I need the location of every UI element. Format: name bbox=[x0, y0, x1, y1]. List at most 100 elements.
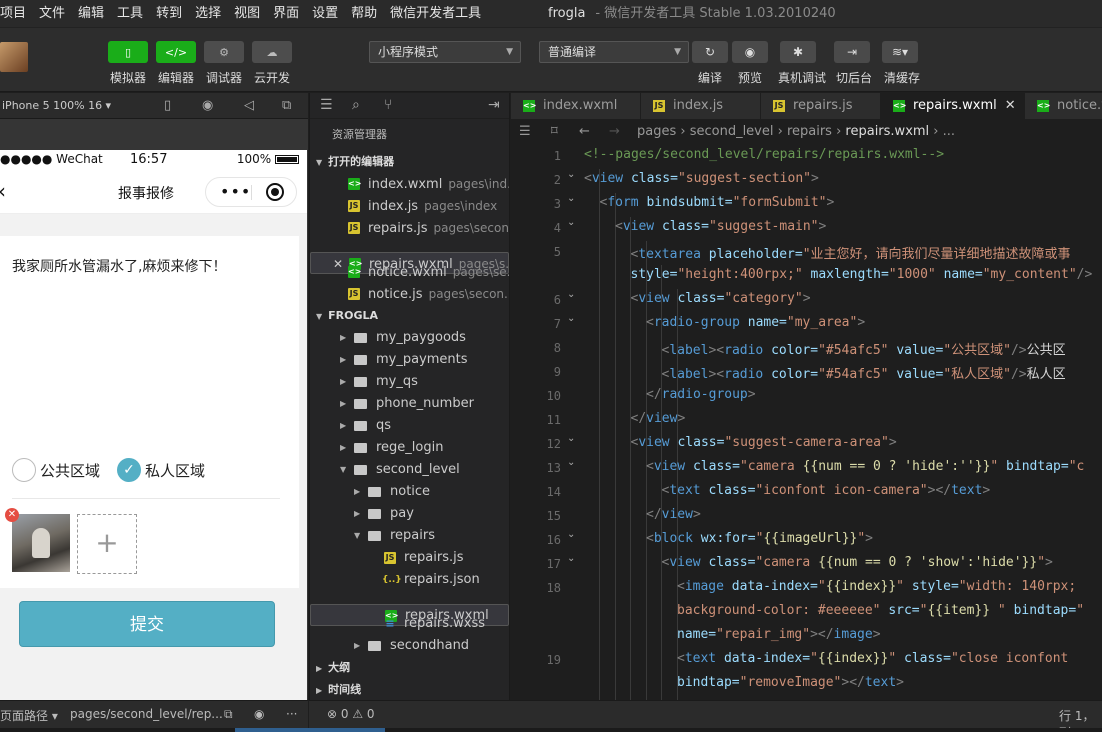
editor-tab[interactable]: JS index.js bbox=[641, 93, 761, 119]
chevron-right-icon[interactable]: ▶ bbox=[354, 481, 360, 503]
close-circle-icon[interactable] bbox=[266, 183, 284, 201]
switch-button[interactable]: ⇥ bbox=[834, 41, 870, 63]
open-editor-item[interactable]: <> index.wxml pages\ind... bbox=[310, 173, 509, 195]
chevron-right-icon[interactable]: ▶ bbox=[340, 349, 346, 371]
tree-item[interactable]: ▶ my_paygoods bbox=[310, 327, 509, 349]
list-icon[interactable]: ☰ bbox=[519, 119, 531, 145]
more-icon[interactable]: ··· bbox=[286, 707, 297, 721]
bookmark-icon[interactable]: ⌑ bbox=[551, 119, 558, 145]
fold-chevron-icon[interactable]: ⌄ bbox=[567, 217, 575, 228]
fold-chevron-icon[interactable]: ⌄ bbox=[567, 457, 575, 468]
toggle-cloud-button[interactable]: ☁ bbox=[252, 41, 292, 63]
toggle-debug-button[interactable]: ⚙ bbox=[204, 41, 244, 63]
description-textarea[interactable]: 我家厕所水管漏水了,麻烦来修下！ bbox=[12, 256, 226, 276]
timeline-section[interactable]: ▶ 时间线 bbox=[310, 679, 509, 700]
open-editor-item[interactable]: JS repairs.js pages\secon... bbox=[310, 217, 509, 239]
refresh-button[interactable]: ↻ bbox=[692, 41, 728, 63]
bug-button[interactable]: ✱ bbox=[780, 41, 816, 63]
breadcrumb-prefix[interactable]: pages › second_level › repairs › bbox=[637, 124, 845, 139]
chevron-right-icon[interactable]: ▶ bbox=[340, 327, 346, 349]
open-editor-item[interactable]: JS index.js pages\index bbox=[310, 195, 509, 217]
record-icon[interactable]: ◉ bbox=[202, 98, 213, 113]
radio-private[interactable]: ✓ bbox=[117, 458, 141, 482]
tree-item[interactable]: ▼ second_level bbox=[310, 459, 509, 481]
fold-chevron-icon[interactable]: ⌄ bbox=[567, 433, 575, 444]
mode-select[interactable]: 小程序模式 ▼ bbox=[369, 41, 521, 63]
tree-item[interactable]: ▶ qs bbox=[310, 415, 509, 437]
problems-count[interactable]: ⊗ 0 ⚠ 0 bbox=[327, 707, 375, 721]
menu-item[interactable]: 编辑 bbox=[78, 0, 104, 28]
more-icon[interactable]: ••• bbox=[220, 182, 251, 201]
chevron-right-icon[interactable]: ▶ bbox=[354, 503, 360, 525]
open-editor-item[interactable]: JS notice.js pages\secon... bbox=[310, 283, 509, 305]
chevron-right-icon[interactable]: ▶ bbox=[340, 371, 346, 393]
open-editor-item[interactable]: <> notice.wxml pages\se... bbox=[310, 261, 509, 283]
tree-item[interactable]: JS repairs.js bbox=[310, 547, 509, 569]
editor-tab[interactable]: JS repairs.js bbox=[761, 93, 881, 119]
menu-item[interactable]: 工具 bbox=[117, 0, 143, 28]
fold-chevron-icon[interactable]: ⌄ bbox=[567, 553, 575, 564]
copy-icon[interactable]: ⧉ bbox=[224, 707, 233, 722]
chevron-down-icon[interactable]: ▼ bbox=[340, 459, 346, 481]
detach-window-icon[interactable]: ⧉ bbox=[282, 98, 291, 113]
menu-item[interactable]: 选择 bbox=[195, 0, 221, 28]
tree-item[interactable]: ▶ notice bbox=[310, 481, 509, 503]
eye-button[interactable]: ◉ bbox=[732, 41, 768, 63]
chevron-right-icon[interactable]: ▶ bbox=[340, 393, 346, 415]
toggle-code-button[interactable]: </> bbox=[156, 41, 196, 63]
outline-section[interactable]: ▶ 大纲 bbox=[310, 657, 509, 679]
menu-item[interactable]: 界面 bbox=[273, 0, 299, 28]
page-path-label[interactable]: 页面路径 ▾ bbox=[0, 707, 58, 724]
menu-item[interactable]: 视图 bbox=[234, 0, 260, 28]
fold-chevron-icon[interactable]: ⌄ bbox=[567, 529, 575, 540]
close-icon[interactable]: ✕ bbox=[1005, 98, 1016, 113]
volume-icon[interactable]: ◁ bbox=[244, 98, 254, 113]
menu-item[interactable]: 设置 bbox=[312, 0, 338, 28]
split-panel-icon[interactable]: ⇥ bbox=[488, 97, 500, 113]
menu-item[interactable]: 转到 bbox=[156, 0, 182, 28]
menu-item[interactable]: 微信开发者工具 bbox=[390, 0, 481, 28]
tree-item[interactable]: ▶ secondhand bbox=[310, 635, 509, 657]
add-image-button[interactable]: + bbox=[77, 514, 137, 574]
chevron-right-icon[interactable]: ▶ bbox=[354, 635, 360, 657]
tree-item[interactable]: ▼ repairs bbox=[310, 525, 509, 547]
arrow-left-icon[interactable]: ← bbox=[579, 119, 590, 145]
tree-item[interactable]: ▶ my_qs bbox=[310, 371, 509, 393]
chevron-down-icon[interactable]: ▼ bbox=[354, 525, 360, 547]
menu-item[interactable]: 项目 bbox=[0, 0, 26, 28]
compile-select[interactable]: 普通编译 ▼ bbox=[539, 41, 689, 63]
tree-item[interactable]: ▶ my_payments bbox=[310, 349, 509, 371]
submit-button[interactable]: 提交 bbox=[19, 601, 275, 647]
fold-chevron-icon[interactable]: ⌄ bbox=[567, 193, 575, 204]
phone-icon[interactable]: ▯ bbox=[164, 98, 171, 113]
fold-chevron-icon[interactable]: ⌄ bbox=[567, 313, 575, 324]
tree-item[interactable]: ≡ repairs.wxss bbox=[310, 613, 509, 635]
chevron-right-icon[interactable]: ▶ bbox=[340, 415, 346, 437]
menu-item[interactable]: 文件 bbox=[39, 0, 65, 28]
source-control-icon[interactable]: ⑂ bbox=[384, 97, 392, 113]
editor-tab[interactable]: <> notice.wx bbox=[1025, 93, 1102, 119]
layers-button[interactable]: ≋▾ bbox=[882, 41, 918, 63]
eye-icon[interactable]: ◉ bbox=[254, 707, 264, 721]
chevron-right-icon[interactable]: ▶ bbox=[340, 437, 346, 459]
avatar[interactable] bbox=[0, 42, 28, 72]
project-section[interactable]: ▼ FROGLA bbox=[310, 305, 509, 327]
breadcrumb-file[interactable]: repairs.wxml bbox=[845, 124, 929, 139]
fold-chevron-icon[interactable]: ⌄ bbox=[567, 169, 575, 180]
open-editors-section[interactable]: ▼ 打开的编辑器 bbox=[310, 151, 509, 173]
menu-item[interactable]: 帮助 bbox=[351, 0, 377, 28]
toggle-phone-button[interactable]: ▯ bbox=[108, 41, 148, 63]
explorer-icon[interactable]: ☰ bbox=[320, 97, 333, 113]
tree-item[interactable]: {..} repairs.json bbox=[310, 569, 509, 591]
uploaded-image[interactable] bbox=[12, 514, 70, 572]
fold-chevron-icon[interactable]: ⌄ bbox=[567, 289, 575, 300]
tree-item[interactable]: ▶ rege_login bbox=[310, 437, 509, 459]
code-area[interactable]: 1 <!--pages/second_level/repairs/repairs.… bbox=[511, 145, 1102, 700]
device-select[interactable]: iPhone 5 100% 16 ▾ bbox=[2, 93, 111, 119]
tree-item[interactable]: ▶ phone_number bbox=[310, 393, 509, 415]
tree-item[interactable]: ▶ pay bbox=[310, 503, 509, 525]
radio-public[interactable] bbox=[12, 458, 36, 482]
search-icon[interactable]: ⌕ bbox=[352, 97, 360, 113]
arrow-right-icon[interactable]: → bbox=[609, 119, 620, 145]
editor-tab[interactable]: <> index.wxml bbox=[511, 93, 641, 119]
